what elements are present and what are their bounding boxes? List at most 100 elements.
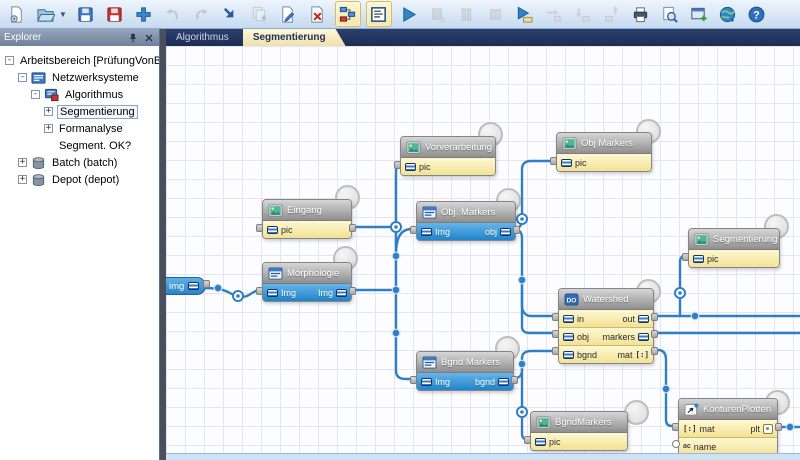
toolbar-new-file-button[interactable]	[4, 2, 28, 26]
node-konturen-plotten[interactable]: KonturenPlotten [:]matpltacname	[678, 398, 776, 456]
toolbar-doc-box-button[interactable]	[366, 1, 392, 27]
node-obj-markers-view[interactable]: Obj Markers pic	[556, 132, 650, 172]
tab-segmentierung[interactable]: Segmentierung	[243, 29, 346, 46]
output-port[interactable]	[775, 423, 782, 431]
tree-item-segmentierung[interactable]: + Segmentierung	[0, 103, 159, 120]
undo-icon	[163, 5, 182, 24]
output-port[interactable]	[511, 376, 518, 384]
external-input-img[interactable]: img	[166, 277, 206, 295]
input-port[interactable]	[672, 440, 680, 448]
node-bgnd-markers-view[interactable]: BgndMarkers pic	[530, 411, 626, 451]
node-vorverarbeitung[interactable]: Vorverarbeitung pic	[400, 136, 494, 176]
horizontal-scrollbar[interactable]	[166, 453, 800, 460]
input-port[interactable]	[256, 224, 263, 232]
input-port[interactable]	[682, 253, 689, 261]
node-row: Imgbgnd	[417, 373, 513, 390]
proc-node-icon	[268, 267, 283, 280]
toolbar-save-button[interactable]	[74, 2, 98, 26]
toolbar-edit-page-button[interactable]	[277, 2, 301, 26]
input-port-label: pic	[549, 437, 561, 447]
toolbar-new-window-button[interactable]	[687, 2, 711, 26]
toolbar-play-button[interactable]	[397, 2, 421, 26]
node-morphologie[interactable]: Morphologie ImgImg	[262, 262, 350, 302]
tree-expander-plus[interactable]: +	[44, 124, 53, 133]
output-port[interactable]	[349, 224, 356, 232]
open-folder-icon	[36, 5, 55, 24]
node-header: BgndMarkers	[531, 412, 627, 433]
viewer-node-icon	[268, 204, 283, 217]
tree-item-batch-batch[interactable]: +Batch (batch)	[0, 154, 159, 171]
wire-junction-dot	[691, 312, 699, 320]
tree-expander-minus[interactable]: -	[31, 90, 40, 99]
output-port[interactable]	[651, 347, 658, 355]
node-watershed[interactable]: Watershed inoutobjmarkersbgndmat[:]	[558, 288, 652, 364]
input-port[interactable]	[550, 157, 557, 165]
image-port-icon	[421, 378, 432, 386]
input-port-label: name	[694, 442, 717, 452]
toolbar-open-folder-button[interactable]	[33, 2, 57, 26]
node-eingang[interactable]: Eingang pic	[262, 199, 350, 239]
tree-item-segment-ok[interactable]: Segment. OK?	[0, 137, 159, 154]
tree-item-label: Segmentierung	[57, 105, 138, 119]
tree-item-algorithmus[interactable]: -Algorithmus	[0, 86, 159, 103]
tab-algorithmus[interactable]: Algorithmus	[166, 29, 243, 46]
tab-bar: AlgorithmusSegmentierung	[166, 29, 800, 46]
tree-expander-plus[interactable]: +	[44, 107, 53, 116]
step-into-icon	[573, 5, 592, 24]
tree-expander-plus[interactable]: +	[18, 175, 27, 184]
tree-item-depot-depot[interactable]: +Depot (depot)	[0, 171, 159, 188]
toolbar-print-button[interactable]	[629, 2, 653, 26]
node-row: pic	[689, 250, 779, 267]
input-port[interactable]	[552, 347, 559, 355]
save-red-icon	[105, 5, 124, 24]
do-node-icon	[564, 293, 579, 306]
wire-junction-ring-center	[236, 294, 240, 298]
input-port[interactable]	[394, 161, 401, 169]
toolbar-help-button[interactable]	[745, 2, 769, 26]
toolbar-save-red-button[interactable]	[103, 2, 127, 26]
node-bgnd-markers-proc[interactable]: Bgnd Markers Imgbgnd	[416, 351, 512, 391]
toolbar-copy-add-button	[248, 2, 272, 26]
node-row: Imgobj	[417, 223, 515, 240]
toolbar-import-arrow-button[interactable]	[219, 2, 243, 26]
node-segmentierung[interactable]: Segmentierung pic	[688, 228, 778, 268]
tree-item-netzwerksysteme[interactable]: -Netzwerksysteme	[0, 69, 159, 86]
toolbar-macro-flow-button[interactable]	[335, 1, 361, 27]
input-port[interactable]	[410, 226, 417, 234]
input-port[interactable]	[672, 423, 679, 431]
toolbar-play-doc-button[interactable]	[513, 2, 537, 26]
tree-item-formanalyse[interactable]: +Formanalyse	[0, 120, 159, 137]
flow-canvas[interactable]: Vorverarbeitung pic Obj Markers pic Eing…	[166, 46, 800, 460]
output-port[interactable]	[651, 313, 658, 321]
tree-expander-minus[interactable]: -	[18, 73, 27, 82]
output-port-label: Img	[318, 288, 333, 298]
toolbar-web-globe-button[interactable]	[716, 2, 740, 26]
output-port[interactable]	[513, 226, 520, 234]
node-obj-markers-proc[interactable]: Obj. Markers Imgobj	[416, 201, 514, 241]
toolbar-open-dropdown[interactable]: ▼	[59, 10, 67, 19]
delete-page-icon	[308, 5, 327, 24]
toolbar-print-preview-button[interactable]	[658, 2, 682, 26]
tree-expander-minus[interactable]: -	[5, 56, 14, 65]
input-port[interactable]	[552, 313, 559, 321]
node-header: Bgnd Markers	[417, 352, 513, 373]
tree-expander-plus[interactable]: +	[18, 158, 27, 167]
input-port[interactable]	[552, 330, 559, 338]
toolbar-delete-page-button[interactable]	[306, 2, 330, 26]
input-port[interactable]	[256, 287, 263, 295]
output-port[interactable]	[651, 330, 658, 338]
output-port-label: mat	[617, 350, 632, 360]
external-input-port[interactable]	[203, 280, 210, 288]
output-port[interactable]	[349, 287, 356, 295]
output-port-label: out	[622, 314, 635, 324]
pin-icon[interactable]	[127, 32, 139, 44]
input-port[interactable]	[410, 376, 417, 384]
tree-item-arbeitsbereich-pr-fungvonbieget[interactable]: -Arbeitsbereich [PrüfungVonBieget	[0, 52, 159, 69]
toolbar-add-button[interactable]	[132, 2, 156, 26]
input-port-label: bgnd	[577, 350, 597, 360]
close-icon[interactable]	[143, 32, 155, 44]
wire-junction-dot	[392, 286, 400, 294]
wire-junction-dot	[214, 284, 222, 292]
input-port[interactable]	[524, 436, 531, 444]
node-row: bgndmat[:]	[559, 345, 653, 363]
